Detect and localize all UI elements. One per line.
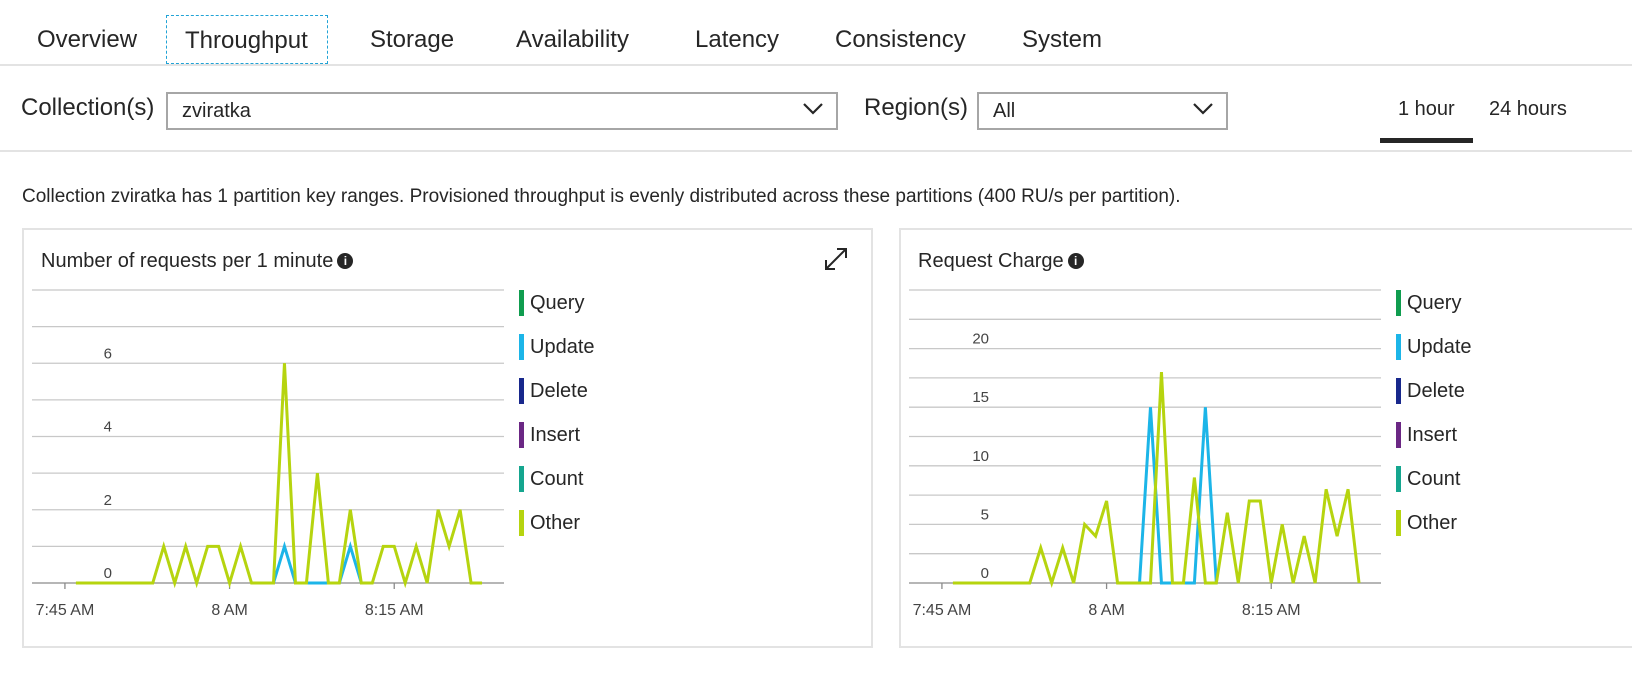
region-dropdown[interactable]: All <box>977 92 1228 130</box>
x-tick-label: 7:45 AM <box>36 602 95 619</box>
tab-throughput[interactable]: Throughput <box>166 15 328 64</box>
info-icon[interactable]: i <box>1067 253 1084 269</box>
chevron-down-icon <box>1193 103 1213 115</box>
y-tick-label: 15 <box>972 389 989 406</box>
series-line-update <box>272 541 363 585</box>
legend-swatch <box>519 466 524 492</box>
legend-label: Insert <box>530 424 581 446</box>
active-range-indicator <box>1380 138 1473 143</box>
panel-title: Request Charge i <box>918 250 1084 273</box>
y-tick-label: 0 <box>104 565 112 582</box>
legend-label: Delete <box>530 380 588 402</box>
legend-swatch <box>1396 290 1401 316</box>
legend-swatch <box>1396 510 1401 536</box>
y-tick-label: 8 <box>104 288 112 289</box>
legend-swatch <box>519 290 524 316</box>
y-tick-label: 4 <box>104 419 112 436</box>
legend-label: Delete <box>1407 380 1465 402</box>
charge-chart: 05101520257:45 AM8 AM8:15 AM8:30 AM <box>909 288 1381 619</box>
tab-bar: Overview Throughput Storage Availability… <box>0 0 1632 66</box>
legend-swatch <box>1396 378 1401 404</box>
collection-dropdown[interactable]: zviratka <box>166 92 838 130</box>
legend-swatch <box>519 378 524 404</box>
x-tick-label: 8 AM <box>1088 602 1124 619</box>
x-tick-label: 7:45 AM <box>913 602 972 619</box>
tab-availability[interactable]: Availability <box>516 15 629 65</box>
expand-icon[interactable] <box>823 246 849 272</box>
tab-consistency[interactable]: Consistency <box>835 15 966 65</box>
chevron-down-icon <box>803 103 823 115</box>
y-tick-label: 25 <box>972 288 989 289</box>
y-tick-label: 6 <box>104 345 112 362</box>
x-tick-label: 8:15 AM <box>1242 602 1301 619</box>
legend-label: Other <box>530 512 581 534</box>
partition-note: Collection zviratka has 1 partition key … <box>22 186 1181 207</box>
panel-title: Number of requests per 1 minute i <box>41 250 354 273</box>
legend-swatch <box>519 422 524 448</box>
tab-overview[interactable]: Overview <box>37 15 137 65</box>
legend-swatch <box>1396 466 1401 492</box>
y-tick-label: 20 <box>972 331 989 348</box>
legend-swatch <box>519 510 524 536</box>
legend-label: Count <box>1407 468 1461 490</box>
requests-panel: Number of requests per 1 minutei 0 2 4 6 8 7:… <box>22 228 873 648</box>
legend-swatch <box>1396 422 1401 448</box>
collection-value: zviratka <box>182 100 251 122</box>
legend-label: Update <box>1407 336 1472 358</box>
range-1-hour[interactable]: 1 hour <box>1398 98 1455 121</box>
legend-label: Query <box>1407 292 1462 314</box>
requests-chart: 024687:45 AM8 AM8:15 AM8:30 AM <box>32 288 504 619</box>
y-tick-label: 0 <box>981 565 989 582</box>
y-tick-label: 5 <box>981 506 989 523</box>
tab-latency[interactable]: Latency <box>695 15 779 65</box>
y-tick-label: 2 <box>104 492 112 509</box>
series-line-other <box>952 371 1361 589</box>
x-tick-label: 8:15 AM <box>365 602 424 619</box>
range-24-hours[interactable]: 24 hours <box>1489 98 1567 121</box>
legend-label: Query <box>530 292 585 314</box>
tab-storage[interactable]: Storage <box>370 15 454 65</box>
charge-panel: Request Chargei 0 5 10 15 20 25 7:45 AM 8 AM 8:1… <box>899 228 1632 648</box>
info-icon[interactable]: i <box>337 253 354 269</box>
x-tick-label: 8 AM <box>211 602 247 619</box>
legend-label: Update <box>530 336 595 358</box>
legend-swatch <box>519 334 524 360</box>
legend-label: Count <box>530 468 584 490</box>
collection-label: Collection(s) <box>21 94 155 121</box>
legend-swatch <box>1396 334 1401 360</box>
legend-label: Other <box>1407 512 1458 534</box>
y-tick-label: 10 <box>972 448 989 465</box>
requests-title: Number of requests per 1 minute <box>41 250 334 272</box>
region-value: All <box>993 100 1016 122</box>
legend-label: Insert <box>1407 424 1458 446</box>
charge-title: Request Charge <box>918 250 1064 272</box>
region-label: Region(s) <box>864 94 969 121</box>
tab-system[interactable]: System <box>1022 15 1102 65</box>
